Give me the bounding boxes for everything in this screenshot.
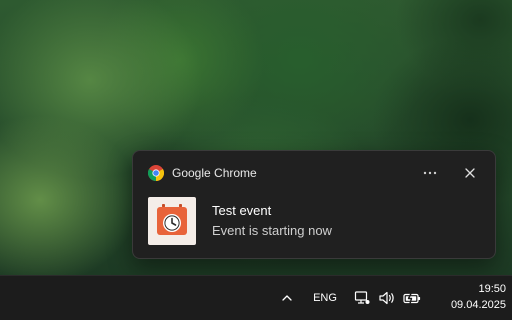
- notification-header: Google Chrome: [133, 151, 495, 195]
- notification-app-name: Google Chrome: [172, 166, 257, 180]
- clock-time: 19:50: [478, 283, 506, 295]
- close-icon: [465, 168, 475, 178]
- calendar-clock-icon: [148, 197, 196, 245]
- taskbar: ENG 19:50 09.04.2025: [0, 275, 512, 320]
- battery-button[interactable]: [401, 276, 423, 320]
- close-notification-button[interactable]: [456, 161, 484, 185]
- chrome-icon: [148, 165, 164, 181]
- volume-icon: [378, 291, 394, 305]
- clock-date: 09.04.2025: [450, 299, 506, 311]
- notification-message: Event is starting now: [212, 223, 332, 238]
- clock[interactable]: 19:50 09.04.2025: [428, 281, 506, 313]
- input-language-indicator[interactable]: ENG: [309, 276, 341, 320]
- network-icon: [354, 291, 370, 304]
- more-icon: [423, 171, 437, 175]
- notification-title: Test event: [212, 203, 272, 218]
- show-hidden-icons-button[interactable]: [276, 276, 298, 320]
- more-options-button[interactable]: [416, 161, 444, 185]
- volume-button[interactable]: [376, 276, 398, 320]
- battery-icon: [403, 292, 421, 304]
- network-button[interactable]: [352, 276, 372, 320]
- notification-toast[interactable]: Google Chrome Test event Event is starti…: [132, 150, 496, 259]
- chevron-up-icon: [282, 295, 292, 301]
- notification-body[interactable]: Test event Event is starting now: [133, 195, 495, 259]
